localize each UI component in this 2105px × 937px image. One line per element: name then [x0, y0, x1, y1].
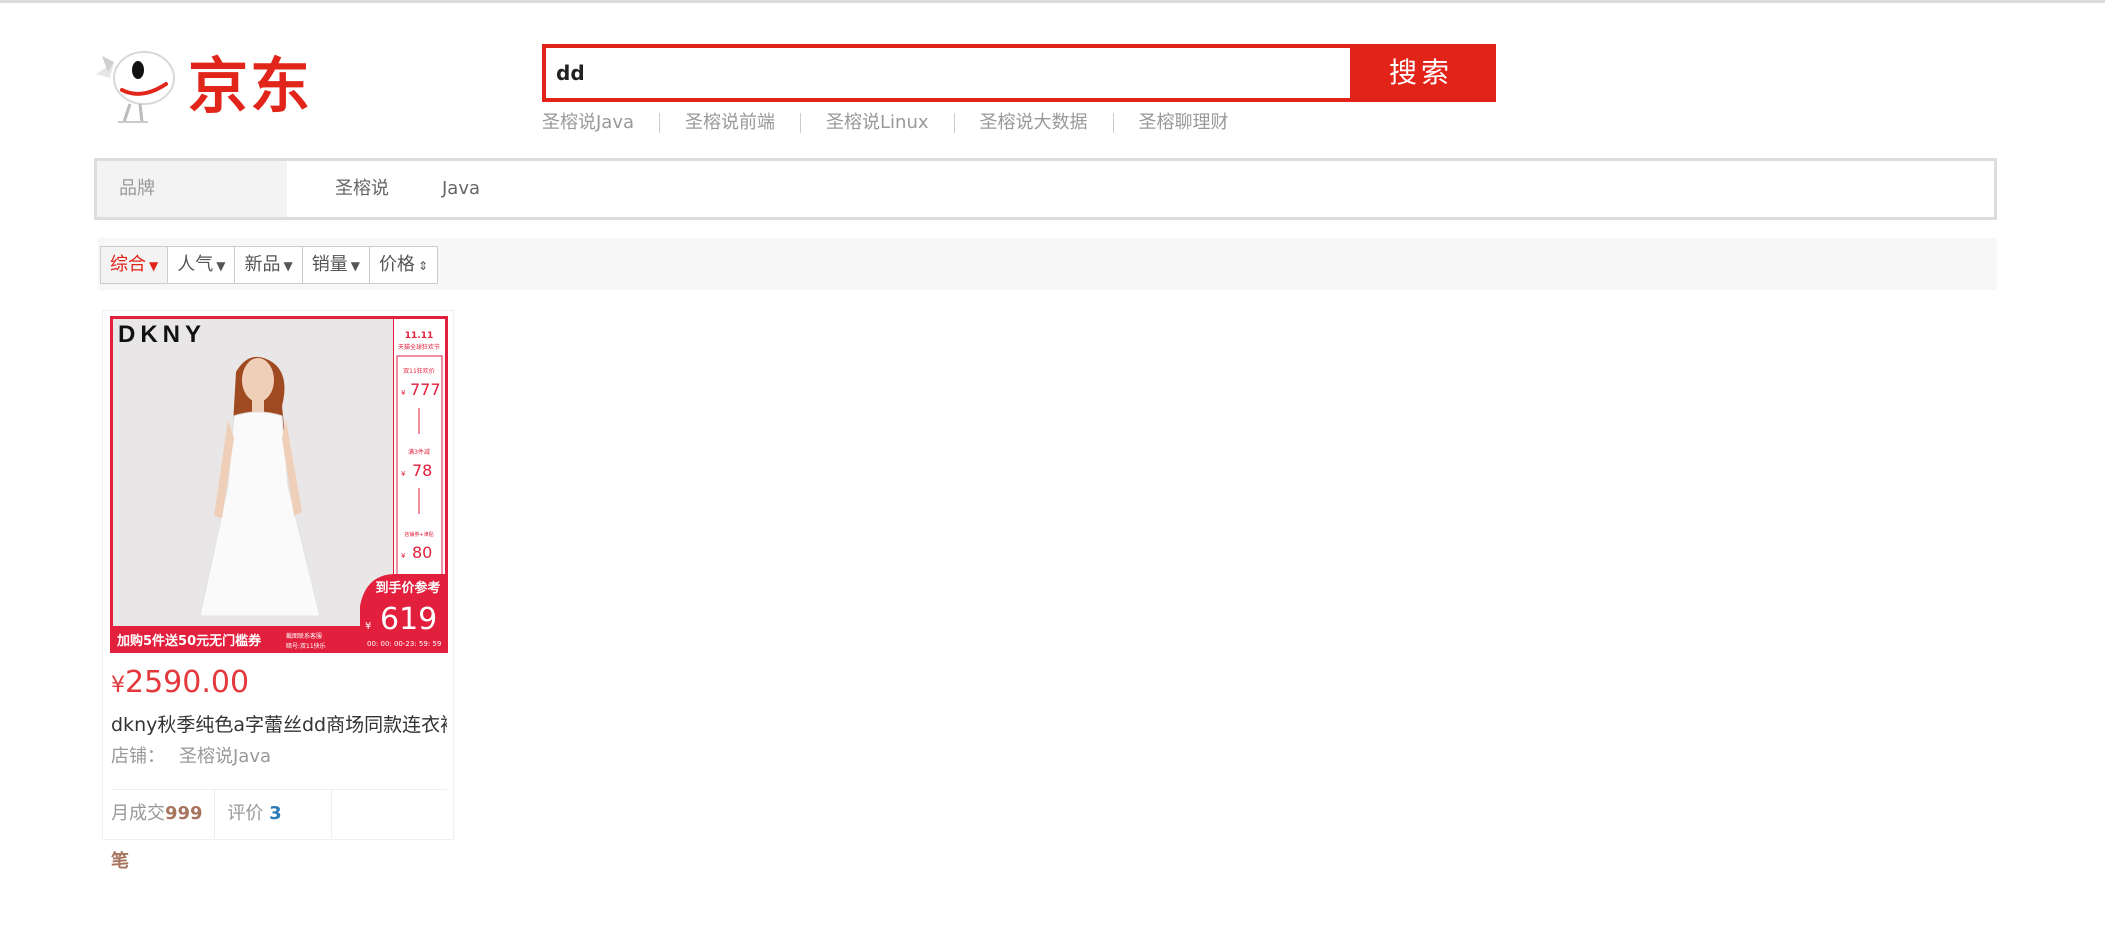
empty-stat-cell: [330, 790, 447, 838]
sort-up-down-icon: ⇕: [417, 259, 428, 273]
shop-label: 店铺：: [111, 746, 165, 767]
search-input[interactable]: [546, 48, 1356, 98]
brand-filter-bar: 品牌 圣榕说 Java: [94, 158, 1997, 220]
sort-options: 综合 ▼ 人气 ▼ 新品 ▼ 销量 ▼ 价格 ⇕: [100, 246, 438, 284]
image-brand-text: DKNY: [118, 321, 206, 348]
price-label-1: 双11狂欢价: [403, 367, 435, 375]
shop-info: 店铺： 圣榕说Java: [111, 745, 271, 769]
promo-text: 加购5件送50元无门槛券: [116, 633, 262, 649]
image-currency: ¥: [401, 389, 406, 397]
monthly-sales: 月成交999笔: [111, 790, 214, 872]
review-count[interactable]: 评价 3: [214, 790, 330, 838]
shop-name-link[interactable]: 圣榕说Java: [179, 746, 271, 767]
hotword-list: 圣榕说Java 圣榕说前端 圣榕说Linux 圣榕说大数据 圣榕聊理财: [542, 110, 1254, 136]
price-1: 777: [410, 380, 441, 399]
brand-item[interactable]: Java: [442, 161, 480, 217]
sort-label: 人气: [177, 254, 214, 275]
sort-label: 销量: [311, 254, 348, 275]
sort-sales[interactable]: 销量 ▼: [301, 247, 369, 283]
countdown: 00: 00: 00-23: 59: 59: [367, 640, 441, 648]
jd-logo[interactable]: 京东: [92, 48, 322, 124]
logo-text: 京东: [188, 52, 312, 122]
promo-note-1: 截图联系客服: [286, 632, 322, 640]
sort-bar: 综合 ▼ 人气 ▼ 新品 ▼ 销量 ▼ 价格 ⇕: [98, 238, 1997, 290]
product-image[interactable]: DKNY 11.11 天猫全球狂欢节 双11狂欢价 ¥ 777 满3件减 ¥ 7…: [110, 316, 448, 653]
monthly-sales-label: 月成交: [111, 803, 165, 824]
search-box: 搜索: [542, 44, 1496, 102]
reviews-value: 3: [269, 803, 282, 824]
search-button[interactable]: 搜索: [1350, 48, 1492, 98]
product-title[interactable]: dkny秋季纯色a字蕾丝dd商场同款连衣裙: [111, 713, 447, 737]
arrow-down-icon: ▼: [350, 259, 360, 273]
promo-note-2: 暗号:双11快乐: [286, 642, 326, 650]
brand-item[interactable]: 圣榕说: [335, 161, 389, 217]
sort-comprehensive[interactable]: 综合 ▼: [101, 247, 168, 283]
currency-symbol: ¥: [111, 673, 125, 698]
hotword-item[interactable]: 圣榕说大数据: [953, 113, 1113, 133]
product-card[interactable]: DKNY 11.11 天猫全球狂欢节 双11狂欢价 ¥ 777 满3件减 ¥ 7…: [102, 310, 454, 872]
sort-popularity[interactable]: 人气 ▼: [167, 247, 234, 283]
hotword-item[interactable]: 圣榕聊理财: [1112, 113, 1254, 133]
hotword-item[interactable]: 圣榕说Java: [542, 113, 659, 133]
image-currency: ¥: [401, 470, 406, 478]
sort-price[interactable]: 价格 ⇕: [368, 247, 437, 283]
price-label-2: 满3件减: [408, 448, 430, 456]
joy-dog-icon: [96, 51, 175, 123]
product-stats: 月成交999笔 评价 3: [111, 789, 447, 872]
price-value: 2590.00: [125, 665, 250, 700]
sort-label: 价格: [378, 254, 415, 275]
price-3: 80: [412, 543, 432, 562]
brand-filter-label: 品牌: [97, 161, 287, 217]
arrow-down-icon: ▼: [149, 259, 159, 273]
final-price-label: 到手价参考: [375, 580, 440, 596]
arrow-down-icon: ▼: [216, 259, 226, 273]
sort-label: 新品: [244, 254, 281, 275]
svg-text:11.11: 11.11: [405, 331, 433, 341]
hotword-item[interactable]: 圣榕说Linux: [800, 113, 954, 133]
festival-text: 天猫全球狂欢节: [398, 343, 440, 351]
top-divider: [0, 0, 2105, 3]
arrow-down-icon: ▼: [283, 259, 293, 273]
image-currency: ¥: [365, 621, 371, 632]
sort-label: 综合: [110, 254, 146, 275]
hotword-item[interactable]: 圣榕说前端: [659, 113, 800, 133]
price-2: 78: [412, 461, 432, 480]
final-price: 619: [380, 602, 437, 637]
reviews-label: 评价: [227, 803, 264, 824]
sort-newest[interactable]: 新品 ▼: [234, 247, 301, 283]
image-currency: ¥: [401, 552, 406, 560]
product-price: ¥2590.00: [111, 663, 249, 706]
price-label-3: 店铺券+津贴: [404, 531, 433, 538]
